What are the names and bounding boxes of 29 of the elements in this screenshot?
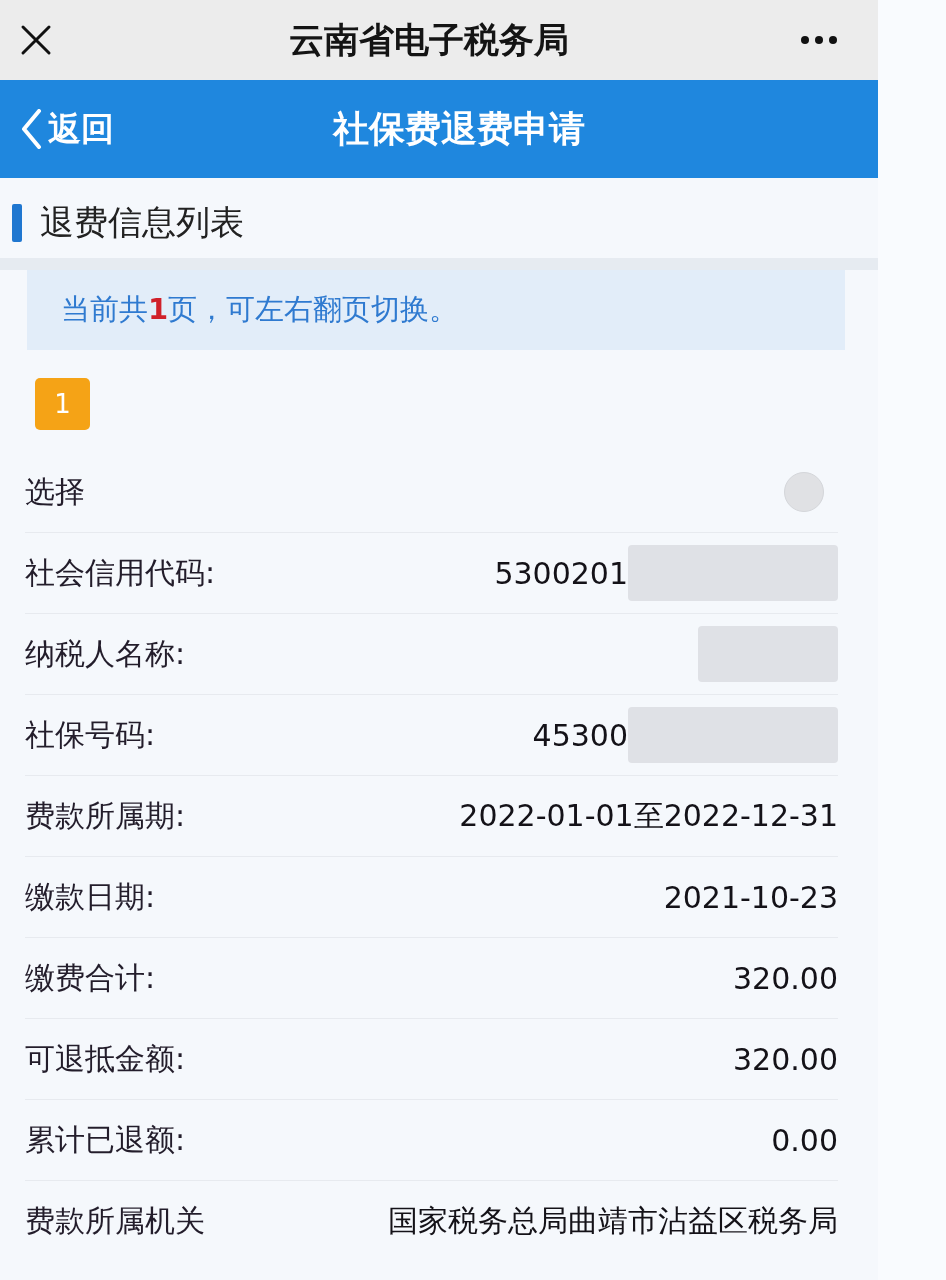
- back-button[interactable]: 返回: [20, 106, 114, 152]
- section-bar-icon: [12, 204, 22, 242]
- field-value: 2022-01-01至2022-12-31: [459, 796, 838, 835]
- field-value: 5300201: [494, 555, 628, 591]
- field-label: 纳税人名称:: [25, 634, 186, 673]
- close-icon[interactable]: [20, 24, 52, 56]
- field-label: 缴款日期:: [25, 877, 156, 916]
- field-label: 费款所属机关: [25, 1202, 205, 1240]
- field-label: 选择: [25, 472, 85, 511]
- window-title: 云南省电子税务局: [289, 18, 569, 62]
- radio-button[interactable]: [784, 472, 824, 512]
- field-label: 累计已退额:: [25, 1120, 186, 1159]
- section-title: 退费信息列表: [40, 201, 244, 244]
- field-label: 缴费合计:: [25, 958, 156, 997]
- page-title: 社保费退费申请: [333, 106, 585, 151]
- more-icon[interactable]: [800, 35, 838, 45]
- field-value: 320.00: [733, 1041, 838, 1077]
- field-label: 社会信用代码:: [25, 553, 216, 592]
- page-notice: 当前共1页，可左右翻页切换。: [61, 291, 459, 328]
- field-value: 国家税务总局曲靖市沾益区税务局: [388, 1202, 838, 1240]
- chevron-left-icon: [20, 109, 42, 149]
- field-value: 0.00: [771, 1122, 838, 1158]
- record-number-badge: 1: [35, 378, 90, 430]
- field-label: 社保号码:: [25, 715, 156, 754]
- field-label: 费款所属期:: [25, 796, 186, 835]
- field-label: 可退抵金额:: [25, 1039, 186, 1078]
- field-value: 45300: [532, 717, 628, 753]
- field-value: 320.00: [733, 960, 838, 996]
- field-value: 2021-10-23: [663, 879, 838, 915]
